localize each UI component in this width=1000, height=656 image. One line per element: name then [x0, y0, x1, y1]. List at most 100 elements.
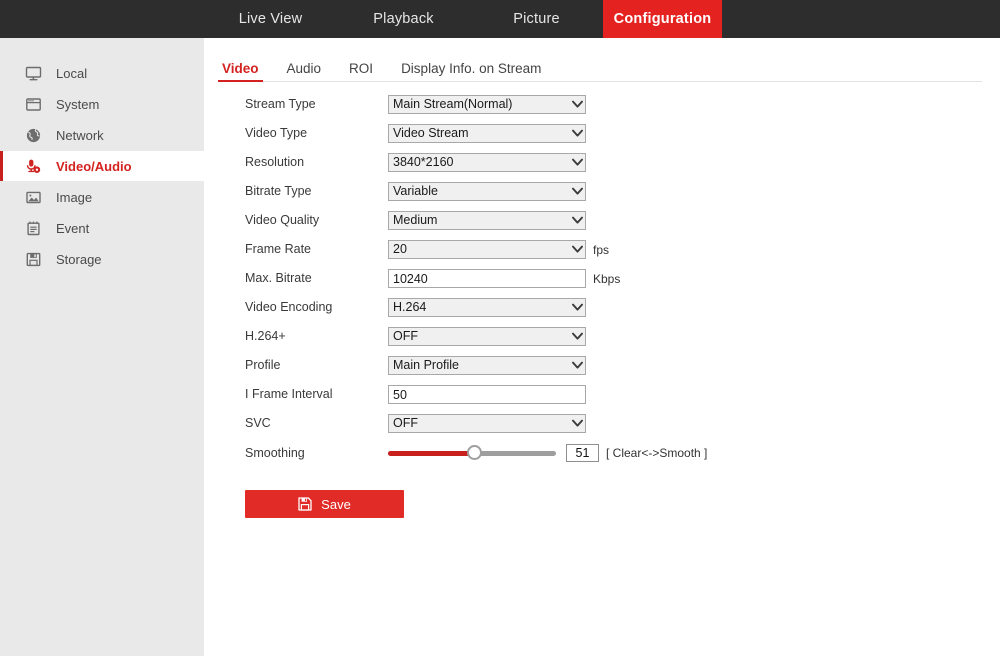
tab-audio-label: Audio	[286, 60, 322, 76]
label-frame-rate: Frame Rate	[245, 242, 311, 257]
window-icon	[24, 95, 42, 113]
form-row-bitrate-type: Bitrate Type Variable	[204, 177, 1000, 206]
form-row-profile: Profile Main Profile	[204, 351, 1000, 380]
picture-icon	[24, 188, 42, 206]
label-profile: Profile	[245, 358, 281, 373]
sidebar-item-network[interactable]: Network	[0, 120, 204, 150]
select-frame-rate[interactable]: 20	[388, 240, 586, 259]
nav-tab-picture[interactable]: Picture	[470, 0, 603, 38]
form-row-i-frame-interval: I Frame Interval	[204, 380, 1000, 409]
monitor-icon	[24, 64, 42, 82]
smoothing-slider[interactable]	[388, 445, 556, 461]
tab-display-info-on-stream[interactable]: Display Info. on Stream	[401, 60, 542, 83]
topnav-left-spacer	[0, 0, 204, 38]
save-button-wrapper: Save	[245, 490, 404, 518]
select-profile[interactable]: Main Profile	[388, 356, 586, 375]
video-settings-form: Stream Type Main Stream(Normal) Video Ty…	[204, 90, 1000, 468]
select-video-quality[interactable]: Medium	[388, 211, 586, 230]
control-frame-rate: 20 fps	[388, 240, 609, 259]
smoothing-hint: [ Clear<->Smooth ]	[606, 446, 708, 460]
select-stream-type[interactable]: Main Stream(Normal)	[388, 95, 586, 114]
form-row-video-type: Video Type Video Stream	[204, 119, 1000, 148]
nav-tab-configuration-label: Configuration	[613, 11, 712, 27]
nav-tab-live-view[interactable]: Live View	[204, 0, 337, 38]
sidebar-item-video-audio[interactable]: Video/Audio	[0, 151, 204, 181]
form-row-video-quality: Video Quality Medium	[204, 206, 1000, 235]
sidebar-item-network-label: Network	[56, 127, 104, 143]
select-bitrate-type[interactable]: Variable	[388, 182, 586, 201]
sub-tab-bar: Video Audio ROI Display Info. on Stream	[218, 48, 1000, 83]
nav-tab-picture-label: Picture	[513, 11, 560, 27]
select-h264-plus[interactable]: OFF	[388, 327, 586, 346]
form-row-svc: SVC OFF	[204, 409, 1000, 438]
nav-tab-playback[interactable]: Playback	[337, 0, 470, 38]
tab-roi[interactable]: ROI	[349, 60, 374, 83]
form-row-stream-type: Stream Type Main Stream(Normal)	[204, 90, 1000, 119]
label-stream-type: Stream Type	[245, 97, 316, 112]
form-row-max-bitrate: Max. Bitrate Kbps	[204, 264, 1000, 293]
sidebar-item-storage[interactable]: Storage	[0, 244, 204, 274]
slider-fill	[388, 451, 474, 456]
label-svc: SVC	[245, 416, 271, 431]
select-svc[interactable]: OFF	[388, 414, 586, 433]
control-resolution: 3840*2160	[388, 153, 586, 172]
input-i-frame-interval[interactable]	[388, 385, 586, 404]
content-area: Video Audio ROI Display Info. on Stream …	[204, 38, 1000, 656]
select-resolution[interactable]: 3840*2160	[388, 153, 586, 172]
sidebar-item-image[interactable]: Image	[0, 182, 204, 212]
tab-roi-label: ROI	[349, 60, 374, 76]
floppy-icon	[24, 250, 42, 268]
floppy-save-icon	[298, 497, 312, 511]
form-row-smoothing: Smoothing 51 [ Clear<->Smooth ]	[204, 438, 1000, 468]
save-button-label: Save	[321, 496, 351, 512]
sidebar-item-event-label: Event	[56, 220, 90, 236]
tab-audio[interactable]: Audio	[286, 60, 322, 83]
control-h264-plus: OFF	[388, 327, 586, 346]
sidebar-item-system-label: System	[56, 96, 100, 112]
unit-frame-rate: fps	[593, 242, 610, 257]
select-video-encoding[interactable]: H.264	[388, 298, 586, 317]
sidebar-item-storage-label: Storage	[56, 251, 102, 267]
label-bitrate-type: Bitrate Type	[245, 184, 312, 199]
sidebar: Local System Network Video/Audio Image E…	[0, 38, 204, 656]
nav-tab-configuration[interactable]: Configuration	[603, 0, 722, 38]
tab-video[interactable]: Video	[218, 60, 262, 83]
control-profile: Main Profile	[388, 356, 586, 375]
label-video-encoding: Video Encoding	[245, 300, 333, 315]
control-i-frame-interval	[388, 385, 586, 404]
control-video-type: Video Stream	[388, 124, 586, 143]
label-max-bitrate: Max. Bitrate	[245, 271, 312, 286]
slider-handle[interactable]	[466, 445, 482, 460]
globe-icon	[24, 126, 42, 144]
control-smoothing: 51 [ Clear<->Smooth ]	[388, 444, 707, 462]
nav-tab-playback-label: Playback	[373, 11, 434, 27]
sidebar-item-system[interactable]: System	[0, 89, 204, 119]
select-video-type[interactable]: Video Stream	[388, 124, 586, 143]
sidebar-item-event[interactable]: Event	[0, 213, 204, 243]
label-video-type: Video Type	[245, 126, 308, 141]
tab-display-info-on-stream-label: Display Info. on Stream	[401, 60, 542, 76]
save-button[interactable]: Save	[245, 490, 404, 518]
unit-max-bitrate: Kbps	[593, 271, 621, 286]
sidebar-item-local[interactable]: Local	[0, 58, 204, 88]
input-max-bitrate[interactable]	[388, 269, 586, 288]
tab-video-label: Video	[222, 60, 259, 76]
control-video-encoding: H.264	[388, 298, 586, 317]
nav-tab-live-view-label: Live View	[238, 11, 303, 27]
smoothing-value[interactable]: 51	[566, 444, 599, 462]
label-video-quality: Video Quality	[245, 213, 320, 228]
clipboard-icon	[24, 219, 42, 237]
sidebar-item-video-audio-label: Video/Audio	[56, 158, 132, 174]
label-h264-plus: H.264+	[245, 329, 286, 344]
control-svc: OFF	[388, 414, 586, 433]
camera-configuration-page: Live View Playback Picture Configuration…	[0, 0, 1000, 656]
top-navigation-bar: Live View Playback Picture Configuration	[0, 0, 1000, 38]
control-bitrate-type: Variable	[388, 182, 586, 201]
control-stream-type: Main Stream(Normal)	[388, 95, 586, 114]
form-row-frame-rate: Frame Rate 20 fps	[204, 235, 1000, 264]
form-row-video-encoding: Video Encoding H.264	[204, 293, 1000, 322]
label-i-frame-interval: I Frame Interval	[245, 387, 333, 402]
form-row-resolution: Resolution 3840*2160	[204, 148, 1000, 177]
sidebar-item-image-label: Image	[56, 189, 93, 205]
form-row-h264-plus: H.264+ OFF	[204, 322, 1000, 351]
